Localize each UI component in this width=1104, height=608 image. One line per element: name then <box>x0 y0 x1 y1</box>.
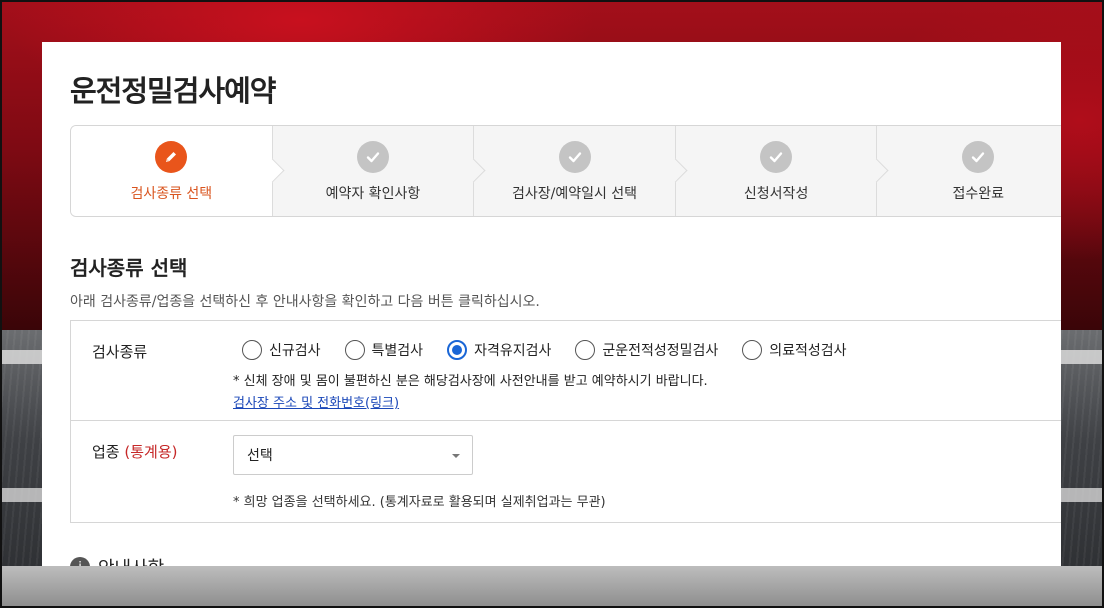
radio-qualification-exam[interactable]: 자격유지검사 <box>447 340 551 360</box>
step-progress: 검사종류 선택 예약자 확인사항 검사장/예약일시 선택 신청서작성 접수완료 <box>70 125 1061 217</box>
info-heading: i 안내사항 <box>70 554 164 566</box>
radio-button[interactable] <box>742 340 763 360</box>
info-heading-label: 안내사항 <box>98 554 164 566</box>
radio-button-checked[interactable] <box>447 340 468 360</box>
chevron-down-icon <box>452 454 460 458</box>
industry-label-accent: (통계용) <box>124 443 178 461</box>
step-center-datetime: 검사장/예약일시 선택 <box>474 126 676 216</box>
industry-select[interactable]: 선택 <box>233 435 473 475</box>
industry-label: 업종 (통계용) <box>92 441 178 462</box>
step-label: 검사장/예약일시 선택 <box>511 186 638 202</box>
radio-label: 신규검사 <box>269 343 321 359</box>
check-icon <box>356 141 389 173</box>
section-description: 아래 검사종류/업종을 선택하신 후 안내사항을 확인하고 다음 버튼 클릭하십… <box>70 294 540 310</box>
industry-select-value: 선택 <box>247 448 273 464</box>
step-label: 접수완료 <box>952 186 1004 202</box>
section-title: 검사종류 선택 <box>70 256 188 280</box>
radio-new-exam[interactable]: 신규검사 <box>242 340 321 360</box>
radio-label: 자격유지검사 <box>474 343 552 359</box>
check-icon <box>962 141 995 173</box>
exam-type-label: 검사종류 <box>92 343 148 361</box>
disability-note: * 신체 장애 및 몸이 불편하신 분은 해당검사장에 사전안내를 받고 예약하… <box>233 374 708 389</box>
industry-note: * 희망 업종을 선택하세요. (통계자료로 활용되며 실제취업과는 무관) <box>233 495 606 510</box>
step-applicant-check: 예약자 확인사항 <box>272 126 475 216</box>
industry-label-text: 업종 <box>92 443 120 461</box>
page-title: 운전정밀검사예약 <box>70 74 276 108</box>
step-label: 예약자 확인사항 <box>325 186 421 202</box>
radio-label: 의료적성검사 <box>769 343 847 359</box>
radio-label: 특별검사 <box>371 343 424 359</box>
reservation-panel: 운전정밀검사예약 검사종류 선택 예약자 확인사항 검사장/예약일시 선택 신청… <box>42 42 1061 566</box>
radio-special-exam[interactable]: 특별검사 <box>344 340 424 360</box>
radio-label: 군운전적성정밀검사 <box>602 343 719 359</box>
step-application-form: 신청서작성 <box>675 126 878 216</box>
radio-button[interactable] <box>242 340 262 360</box>
radio-button[interactable] <box>575 340 596 360</box>
exam-form: 검사종류 신규검사 특별검사 자격유지검사 군운전적성정밀검사 의료적성검사 *… <box>70 320 1061 523</box>
step-label: 신청서작성 <box>743 186 809 202</box>
info-icon: i <box>70 557 90 566</box>
center-address-link[interactable]: 검사장 주소 및 전화번호(링크) <box>233 392 399 411</box>
exam-type-radio-group: 신규검사 특별검사 자격유지검사 군운전적성정밀검사 의료적성검사 <box>242 340 871 360</box>
check-icon <box>760 141 793 173</box>
step-label: 검사종류 선택 <box>130 186 213 202</box>
radio-military-exam[interactable]: 군운전적성정밀검사 <box>575 340 718 360</box>
radio-button[interactable] <box>344 340 365 360</box>
check-icon <box>558 141 591 173</box>
background-curb <box>0 566 1104 608</box>
exam-type-row: 검사종류 신규검사 특별검사 자격유지검사 군운전적성정밀검사 의료적성검사 *… <box>71 321 1061 421</box>
step-exam-type: 검사종류 선택 <box>71 126 273 216</box>
step-complete: 접수완료 <box>877 126 1061 216</box>
industry-row: 업종 (통계용) 선택 * 희망 업종을 선택하세요. (통계자료로 활용되며 … <box>71 421 1061 523</box>
pencil-icon <box>155 141 188 173</box>
radio-medical-exam[interactable]: 의료적성검사 <box>742 340 847 360</box>
